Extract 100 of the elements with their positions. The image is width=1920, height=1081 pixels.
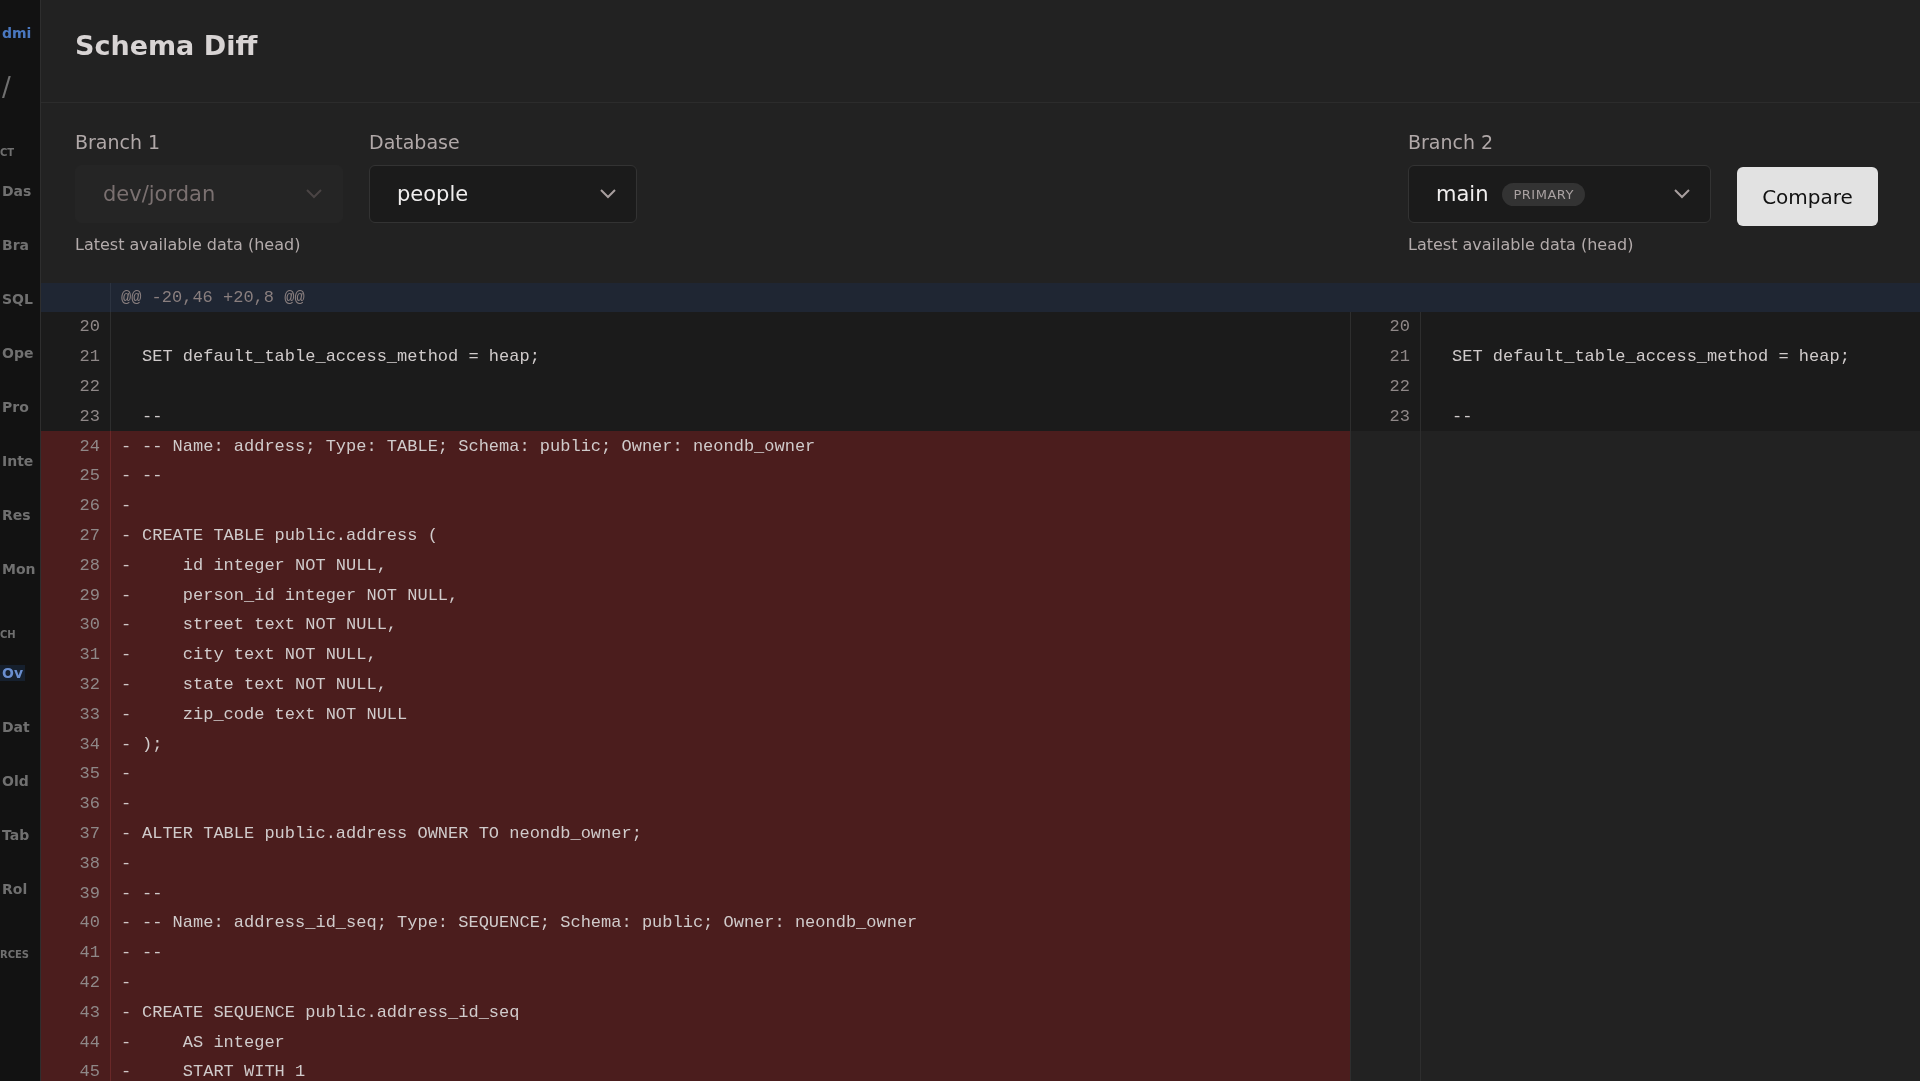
sidebar-item[interactable]: Mon — [0, 561, 36, 577]
branch-select[interactable]: main PRIMARY — [1408, 165, 1711, 223]
diff-marker: - — [120, 645, 133, 665]
sidebar-item[interactable]: Old — [0, 773, 29, 789]
line-number: 20 — [79, 317, 100, 337]
code-line: -- Name: address; Type: TABLE; Schema: public; Owner: neondb_owner — [142, 436, 816, 456]
hunk-header: @@ -20,46 +20,8 @@ — [120, 288, 305, 307]
sidebar-item[interactable]: CH — [0, 629, 16, 640]
line-number: 34 — [79, 734, 100, 754]
sidebar-item[interactable]: Dat — [0, 719, 30, 735]
diff-marker: - — [120, 1032, 133, 1052]
line-number: 22 — [79, 377, 100, 396]
diff-marker: - — [120, 853, 133, 873]
line-number: 22 — [1389, 377, 1410, 396]
sidebar-item[interactable]: SQL — [0, 291, 33, 307]
code-line: CREATE SEQUENCE public.address_id_seq — [142, 1002, 520, 1022]
diff-marker: - — [120, 734, 133, 754]
code-line: ALTER TABLE public.address OWNER TO neondb_owner; — [142, 823, 642, 843]
sidebar-item[interactable]: Pro — [0, 399, 29, 415]
field-label: Branch 1 — [75, 131, 162, 153]
diff-marker: - — [120, 1002, 133, 1022]
code-line: AS integer — [181, 1032, 285, 1052]
code-line: city text NOT NULL, — [181, 645, 377, 665]
code-line: SET default_table_access_method = heap; — [142, 347, 540, 367]
line-number: 37 — [79, 823, 100, 843]
code-line: -- — [142, 943, 163, 963]
diff-marker: - — [120, 823, 133, 843]
line-number: 43 — [79, 1002, 100, 1022]
code-line: -- — [142, 883, 163, 903]
chevron-down-icon — [306, 189, 322, 199]
line-number: 24 — [79, 436, 100, 456]
chevron-down-icon — [600, 189, 616, 199]
diff-marker: - — [120, 615, 133, 635]
line-number: 23 — [79, 406, 100, 426]
line-number: 39 — [79, 883, 100, 903]
line-number: 33 — [79, 704, 100, 724]
code-line: START WITH 1 — [181, 1062, 306, 1081]
sidebar-item[interactable]: Inte — [0, 453, 34, 469]
field-label: Branch 2 — [1408, 131, 1495, 153]
sidebar-item[interactable]: dmi — [0, 25, 32, 41]
field-label: Database — [369, 131, 461, 153]
line-number: 41 — [79, 943, 100, 963]
line-number: 29 — [79, 585, 100, 605]
diff-marker: - — [120, 525, 133, 545]
diff-marker: - — [120, 436, 133, 456]
line-number: 35 — [79, 764, 100, 784]
code-line: street text NOT NULL, — [181, 615, 398, 635]
sidebar-item[interactable]: Res — [0, 507, 31, 523]
diff-marker: - — [120, 674, 133, 694]
primary-badge: PRIMARY — [1502, 182, 1585, 206]
diff-marker: - — [120, 496, 133, 516]
line-number: 38 — [79, 853, 100, 873]
line-number: 26 — [79, 496, 100, 516]
sidebar-item[interactable]: Bra — [0, 237, 30, 253]
diff-marker: - — [120, 764, 133, 784]
dialog-title: Schema Diff — [75, 29, 258, 61]
sidebar-item[interactable]: Das — [0, 183, 32, 199]
diff-marker: - — [120, 466, 133, 486]
code-line: -- — [142, 466, 163, 486]
line-number: 36 — [79, 794, 100, 814]
diff-marker: - — [120, 555, 133, 575]
code-line: ); — [142, 734, 163, 754]
helper-text: Latest available data (head) — [1408, 235, 1635, 254]
diff-marker: - — [120, 972, 133, 992]
diff-marker: - — [120, 883, 133, 903]
line-number: 23 — [1389, 406, 1410, 426]
line-number: 27 — [79, 525, 100, 545]
sidebar-item[interactable]: RCES — [0, 949, 30, 960]
line-number: 20 — [1389, 317, 1410, 337]
sidebar-item[interactable]: Ov — [0, 665, 26, 681]
line-number: 44 — [79, 1032, 100, 1052]
code-line: CREATE TABLE public.address ( — [142, 525, 438, 545]
code-line: state text NOT NULL, — [181, 674, 387, 694]
code-line: id integer NOT NULL, — [181, 555, 387, 575]
line-number: 40 — [79, 913, 100, 933]
code-line: -- — [142, 406, 163, 426]
code-line: -- Name: address_id_seq; Type: SEQUENCE; Schema: public; Owner: neondb_owner — [142, 913, 918, 933]
diff-marker: - — [120, 585, 133, 605]
sidebar-item[interactable]: / — [0, 72, 11, 102]
diff-marker: - — [120, 1062, 133, 1081]
line-number: 42 — [79, 972, 100, 992]
sidebar-item[interactable]: Rol — [0, 881, 28, 897]
diff-marker: - — [120, 794, 133, 814]
code-line: -- — [1452, 406, 1473, 426]
database-select[interactable]: people — [369, 165, 637, 223]
sidebar-item[interactable]: Tab — [0, 827, 30, 843]
line-number: 28 — [79, 555, 100, 575]
helper-text: Latest available data (head) — [75, 235, 302, 254]
line-number: 25 — [79, 466, 100, 486]
code-line: person_id integer NOT NULL, — [181, 585, 459, 605]
chevron-down-icon — [1674, 189, 1690, 199]
sidebar-item[interactable]: CT — [0, 147, 15, 158]
line-number: 31 — [79, 645, 100, 665]
diff-marker: - — [120, 704, 133, 724]
compare-button[interactable]: Compare — [1737, 167, 1878, 226]
sidebar-item[interactable]: Ope — [0, 345, 34, 361]
code-line: SET default_table_access_method = heap; — [1452, 347, 1850, 367]
diff-marker: - — [120, 913, 133, 933]
line-number: 45 — [79, 1062, 100, 1081]
line-number: 32 — [79, 674, 100, 694]
